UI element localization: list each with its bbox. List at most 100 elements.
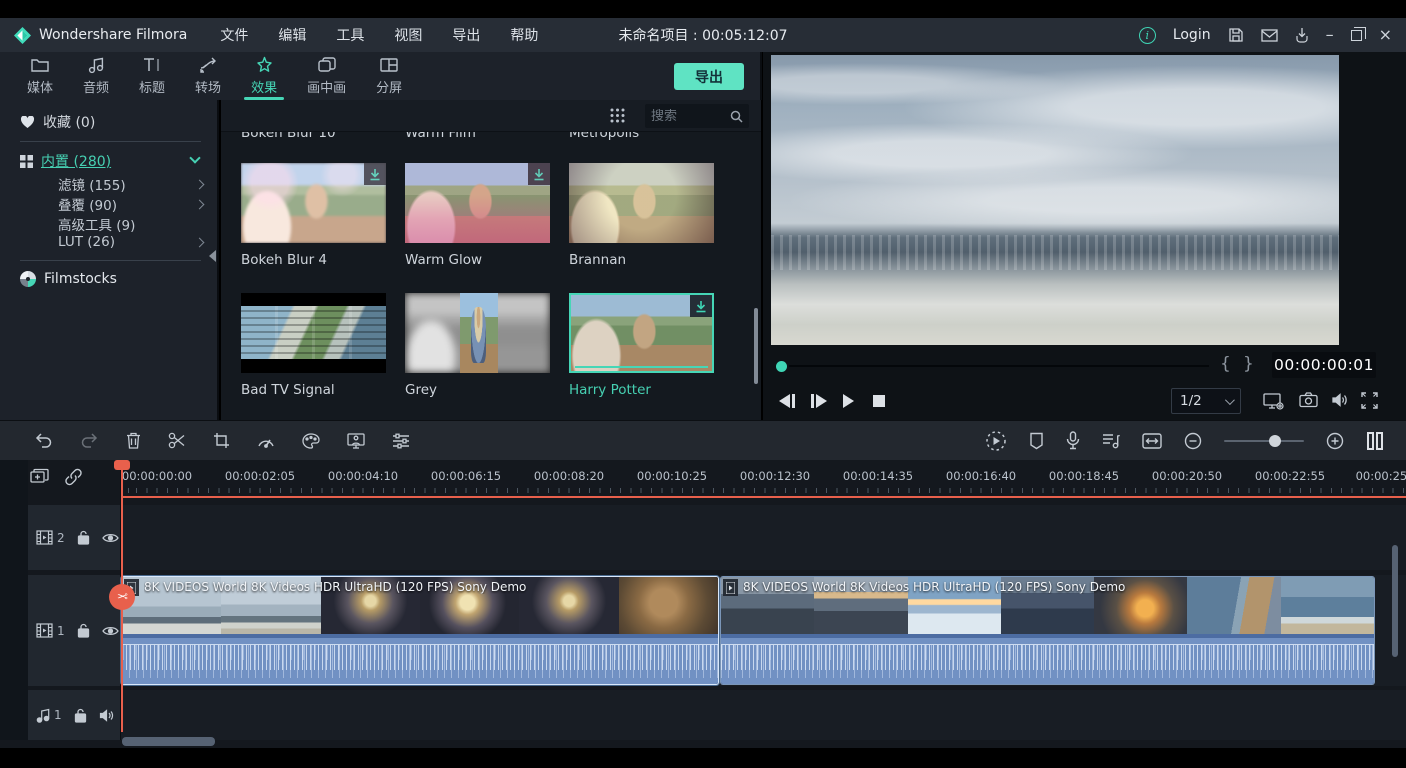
add-track-icon[interactable] bbox=[30, 468, 50, 486]
speed-icon[interactable] bbox=[257, 433, 275, 448]
playhead-scissors-icon[interactable]: ✂ bbox=[109, 584, 135, 610]
effect-card-grey[interactable]: Grey bbox=[405, 293, 550, 398]
search-input[interactable] bbox=[651, 109, 730, 124]
link-clips-icon[interactable] bbox=[64, 468, 83, 486]
color-palette-icon[interactable] bbox=[302, 433, 320, 449]
seek-bar[interactable] bbox=[789, 365, 1209, 367]
effect-card-bad-tv-signal[interactable]: Bad TV Signal bbox=[241, 293, 386, 398]
marker-icon[interactable] bbox=[1029, 432, 1044, 450]
audio-track-1-lane[interactable] bbox=[28, 690, 1406, 740]
panel-collapse-arrow-icon[interactable] bbox=[209, 250, 216, 262]
play-button[interactable] bbox=[843, 394, 854, 408]
sidebar-item-advanced-tools[interactable]: 高级工具 (9) bbox=[58, 214, 203, 234]
menu-export[interactable]: 导出 bbox=[437, 25, 495, 45]
tab-effects[interactable]: 效果 bbox=[236, 52, 292, 100]
grid-view-icon[interactable] bbox=[609, 107, 626, 124]
filmora-logo-icon bbox=[14, 27, 31, 44]
timeline-zoom-slider[interactable] bbox=[1224, 440, 1304, 442]
track-panel-toggle-icon[interactable] bbox=[1366, 431, 1384, 451]
ruler-label: 00:00:14:35 bbox=[843, 469, 913, 483]
adjust-sliders-icon[interactable] bbox=[392, 433, 410, 449]
undo-icon[interactable] bbox=[34, 433, 53, 448]
effect-card-bokeh-blur-4[interactable]: Bokeh Blur 4 bbox=[241, 163, 386, 268]
save-icon[interactable] bbox=[1228, 27, 1244, 43]
display-settings-icon[interactable] bbox=[1263, 392, 1285, 410]
video-track-2-header[interactable]: 2 bbox=[28, 505, 120, 570]
effect-card-harry-potter[interactable]: Harry Potter bbox=[569, 293, 714, 398]
timeline-horizontal-scrollbar[interactable] bbox=[122, 737, 215, 746]
menu-tools[interactable]: 工具 bbox=[321, 25, 379, 45]
timeline-ruler[interactable]: 00:00:00:00 00:00:02:05 00:00:04:10 00:0… bbox=[121, 460, 1406, 496]
zoom-in-icon[interactable] bbox=[1326, 432, 1344, 450]
tab-audio[interactable]: 音频 bbox=[68, 52, 124, 100]
video-track-1-header[interactable]: 1 bbox=[28, 575, 120, 686]
search-icon[interactable] bbox=[730, 110, 743, 123]
menu-help[interactable]: 帮助 bbox=[495, 25, 553, 45]
menu-file[interactable]: 文件 bbox=[205, 25, 263, 45]
timeline-clip-1[interactable]: 8K VIDEOS World 8K Videos HDR UltraHD (1… bbox=[122, 577, 718, 684]
redo-icon[interactable] bbox=[80, 433, 99, 448]
tab-titles[interactable]: 标题 bbox=[124, 52, 180, 100]
search-box bbox=[645, 104, 749, 128]
sidebar-item-filmstocks[interactable]: Filmstocks bbox=[20, 271, 117, 287]
restore-button[interactable] bbox=[1351, 30, 1362, 41]
tab-media[interactable]: 媒体 bbox=[12, 52, 68, 100]
info-icon[interactable]: i bbox=[1139, 27, 1156, 44]
sidebar-item-lut[interactable]: LUT (26) bbox=[58, 234, 203, 250]
audio-track-1-header[interactable]: 1 bbox=[28, 690, 120, 740]
toggle-visibility-icon[interactable] bbox=[102, 625, 119, 637]
close-button[interactable]: × bbox=[1379, 27, 1392, 43]
timeline-clip-2[interactable]: 8K VIDEOS World 8K Videos HDR UltraHD (1… bbox=[721, 577, 1374, 684]
menu-view[interactable]: 视图 bbox=[379, 25, 437, 45]
sidebar-item-filters[interactable]: 滤镜 (155) bbox=[58, 174, 203, 194]
tab-transitions[interactable]: 转场 bbox=[180, 52, 236, 100]
fit-to-timeline-icon[interactable] bbox=[1142, 433, 1162, 449]
effect-card-warm-glow[interactable]: Warm Glow bbox=[405, 163, 550, 268]
fullscreen-icon[interactable] bbox=[1361, 392, 1378, 409]
record-voiceover-icon[interactable] bbox=[1066, 431, 1080, 450]
download-update-icon[interactable] bbox=[1295, 27, 1309, 43]
video-track-2-lane[interactable] bbox=[28, 505, 1406, 570]
lock-track-icon[interactable] bbox=[74, 708, 87, 723]
login-button[interactable]: Login bbox=[1173, 27, 1211, 43]
sidebar-item-overlays[interactable]: 叠覆 (90) bbox=[58, 194, 203, 214]
favorites-label: 收藏 (0) bbox=[43, 112, 95, 132]
volume-icon[interactable] bbox=[1331, 392, 1349, 408]
tab-pip[interactable]: 画中画 bbox=[292, 52, 361, 100]
minimize-button[interactable]: – bbox=[1326, 27, 1334, 43]
playback-quality-dropdown[interactable]: 1/2 bbox=[1171, 388, 1241, 414]
timeline-vertical-scrollbar[interactable] bbox=[1392, 545, 1398, 657]
sidebar-item-favorites[interactable]: 收藏 (0) bbox=[20, 112, 95, 132]
next-frame-button[interactable] bbox=[811, 394, 827, 408]
lock-track-icon[interactable] bbox=[77, 623, 90, 638]
mark-out-icon[interactable]: } bbox=[1243, 354, 1254, 374]
mute-track-icon[interactable] bbox=[99, 709, 115, 722]
motion-track-icon[interactable] bbox=[347, 432, 365, 449]
title-text-icon bbox=[142, 56, 162, 74]
toggle-visibility-icon[interactable] bbox=[102, 532, 119, 544]
previous-frame-button[interactable] bbox=[779, 394, 795, 408]
playhead-handle[interactable] bbox=[776, 361, 787, 372]
mark-in-icon[interactable]: { bbox=[1220, 354, 1231, 374]
lock-track-icon[interactable] bbox=[77, 530, 90, 545]
chevron-down-icon[interactable] bbox=[189, 152, 200, 163]
effect-card-brannan[interactable]: Brannan bbox=[569, 163, 714, 268]
stop-button[interactable] bbox=[873, 395, 885, 407]
crop-icon[interactable] bbox=[213, 432, 230, 449]
snapshot-camera-icon[interactable] bbox=[1299, 392, 1318, 408]
effect-name: Warm Film bbox=[405, 132, 476, 141]
audio-mixer-icon[interactable] bbox=[1102, 432, 1120, 449]
delete-icon[interactable] bbox=[126, 432, 141, 449]
zoom-out-icon[interactable] bbox=[1184, 432, 1202, 450]
export-button[interactable]: 导出 bbox=[674, 63, 744, 90]
filmstocks-logo-icon bbox=[20, 271, 36, 287]
sidebar-item-builtin[interactable]: 内置 (280) bbox=[20, 151, 111, 171]
menu-edit[interactable]: 编辑 bbox=[263, 25, 321, 45]
effects-scrollbar[interactable] bbox=[754, 308, 758, 384]
render-preview-icon[interactable] bbox=[985, 430, 1007, 452]
zoom-slider-handle[interactable] bbox=[1269, 435, 1281, 447]
preview-video[interactable] bbox=[771, 55, 1339, 345]
mail-icon[interactable] bbox=[1261, 29, 1278, 42]
tab-splitscreen[interactable]: 分屏 bbox=[361, 52, 417, 100]
split-scissors-icon[interactable] bbox=[168, 432, 186, 449]
